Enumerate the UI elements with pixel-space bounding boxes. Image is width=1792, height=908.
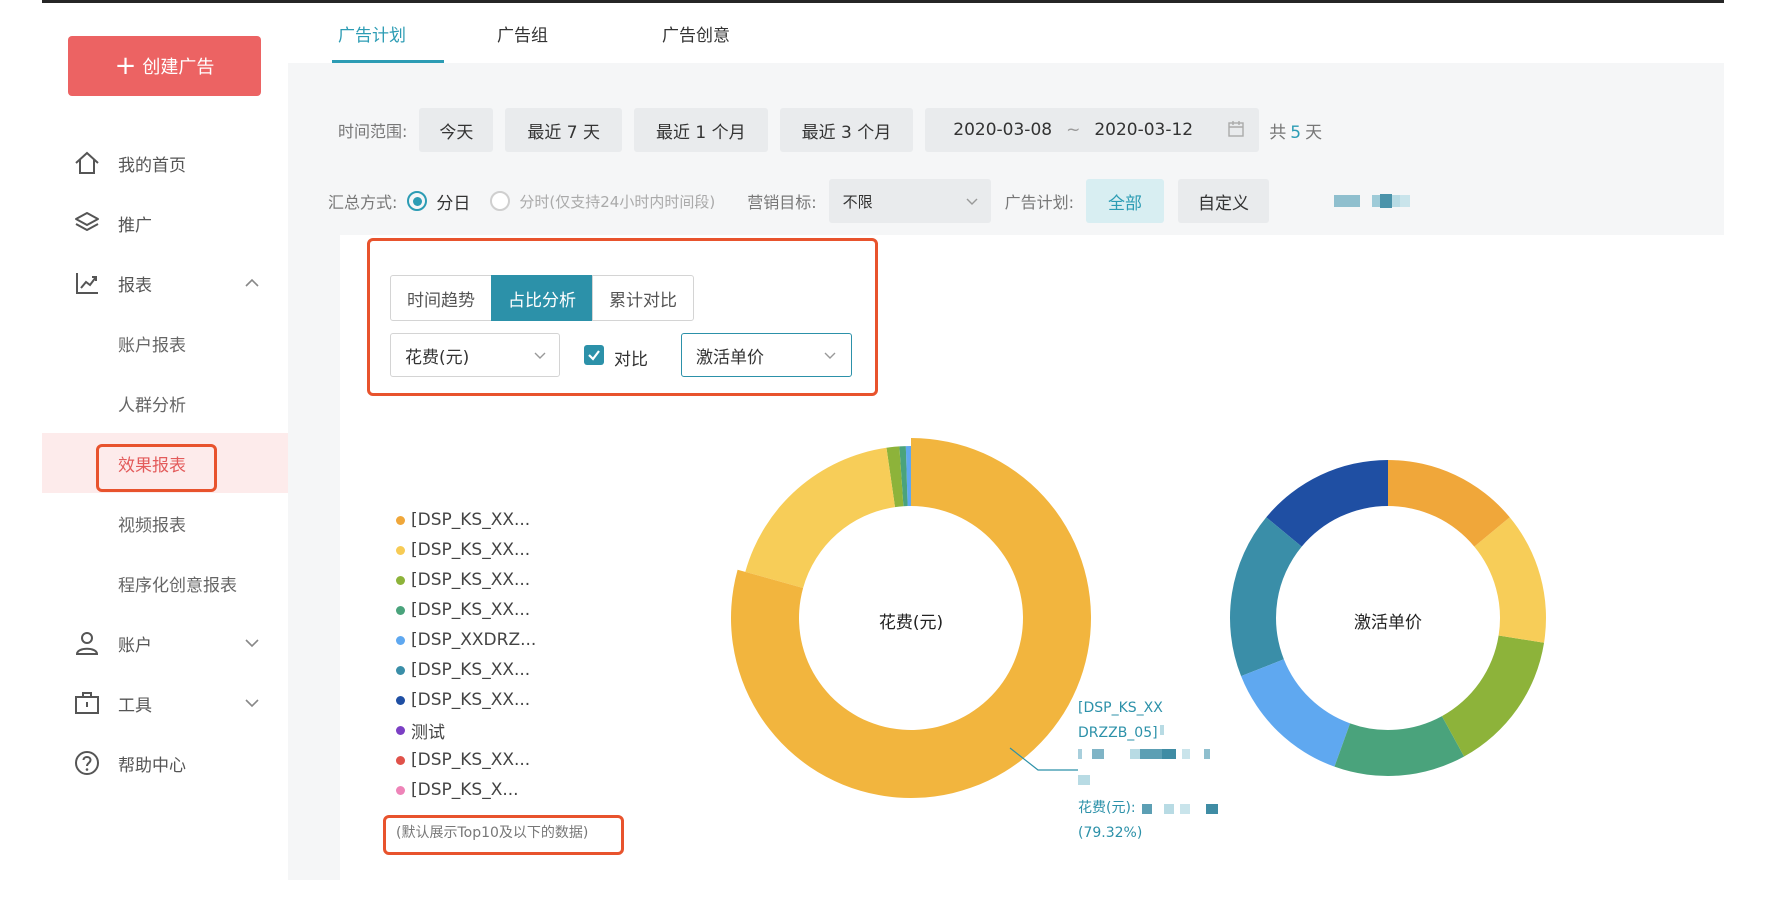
- donut-slice[interactable]: [1334, 716, 1465, 777]
- redacted-content: [1159, 725, 1164, 735]
- tooltip-value-row: 花费(元):: [1078, 796, 1226, 821]
- slice-tooltip: [DSP_KS_XX DRZZB_05] 花费(元): (79.32%): [1078, 696, 1226, 846]
- tooltip-percent: (79.32%): [1078, 825, 1143, 841]
- donut-slice[interactable]: [745, 447, 896, 588]
- donut-center-title: 激活单价: [1354, 613, 1422, 633]
- tooltip-redacted-row: [1078, 746, 1226, 771]
- donut-slice[interactable]: [1441, 635, 1545, 757]
- donut-slice[interactable]: [1241, 659, 1351, 767]
- donut-center-title: 花费(元): [879, 613, 943, 633]
- tooltip-line2: DRZZB_05]: [1078, 721, 1226, 746]
- tooltip-line1: [DSP_KS_XX: [1078, 700, 1163, 716]
- tooltip-redacted-row: [1078, 771, 1226, 796]
- redacted-content: [1078, 749, 1210, 759]
- donut-charts: 花费(元) 激活单价: [731, 438, 1547, 799]
- redacted-content: [1078, 775, 1090, 785]
- tooltip-value-label: 花费(元):: [1078, 800, 1136, 816]
- redacted-content: [1141, 803, 1218, 814]
- tooltip-line2-text: DRZZB_05]: [1078, 725, 1158, 741]
- donut-slice[interactable]: [1230, 517, 1302, 677]
